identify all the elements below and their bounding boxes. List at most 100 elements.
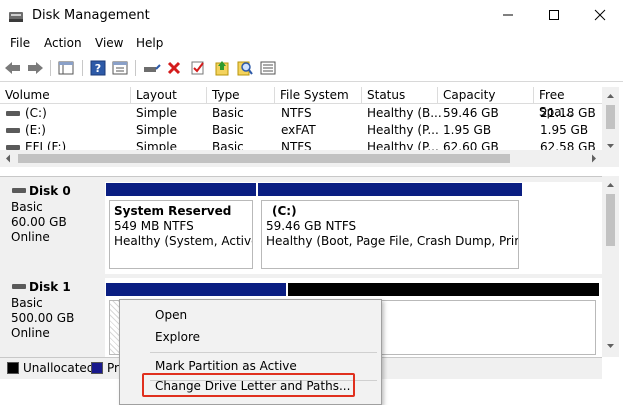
toolbar-separator <box>135 60 136 76</box>
table-row[interactable]: EFI (F:) Simple Basic NTFS Healthy (P...… <box>0 139 602 150</box>
column-type[interactable]: Type <box>207 87 275 104</box>
disk-1-name: Disk 1 <box>29 280 71 294</box>
partition-details: (C:) 59.46 GB NTFS Healthy (Boot, Page F… <box>261 200 519 269</box>
volume-list-header: Volume Layout Type File System Status Ca… <box>0 87 602 119</box>
cell-free-space: 21.18 GB <box>540 106 596 120</box>
properties-icon[interactable] <box>111 59 129 77</box>
drive-icon <box>6 128 20 133</box>
toolbar: ? <box>0 54 623 82</box>
partition-size: 549 MB NTFS <box>114 219 194 233</box>
primary-partition-bar <box>106 183 256 196</box>
check-icon[interactable] <box>189 59 207 77</box>
partition-status: Healthy (Boot, Page File, Crash Dump, Pr… <box>266 234 519 248</box>
maximize-icon <box>548 9 560 24</box>
close-button[interactable] <box>577 0 623 32</box>
cell-capacity: 62.60 GB <box>443 140 499 150</box>
window-title: Disk Management <box>32 8 150 23</box>
partition-c[interactable]: (C:) 59.46 GB NTFS Healthy (Boot, Page F… <box>258 183 522 272</box>
table-row[interactable]: (E:) Simple Basic exFAT Healthy (P... 1.… <box>0 122 602 139</box>
context-menu-open[interactable]: Open <box>155 308 187 322</box>
menu-file[interactable]: File <box>10 36 30 50</box>
cell-volume: (C:) <box>25 106 47 120</box>
partition-system-reserved[interactable]: System Reserved 549 MB NTFS Healthy (Sys… <box>106 183 256 272</box>
list-view-icon[interactable] <box>259 59 277 77</box>
search-icon[interactable] <box>236 59 254 77</box>
disk-0-status: Online <box>11 230 50 244</box>
cell-volume: (E:) <box>25 123 46 137</box>
volume-list-vertical-scrollbar[interactable] <box>602 87 619 167</box>
cell-file-system: NTFS <box>281 106 312 120</box>
disk-0-size: 60.00 GB <box>11 215 67 229</box>
cell-file-system: NTFS <box>281 140 312 150</box>
cell-type: Basic <box>212 140 244 150</box>
column-file-system[interactable]: File System <box>275 87 362 104</box>
cell-free-space: 62.58 GB <box>540 140 596 150</box>
context-menu-explore[interactable]: Explore <box>155 330 200 344</box>
primary-partition-bar <box>106 283 286 296</box>
context-menu-mark-partition-active[interactable]: Mark Partition as Active <box>155 359 297 373</box>
column-free-space[interactable]: Free Spa... <box>534 87 602 119</box>
cell-status: Healthy (P... <box>367 140 439 150</box>
forward-arrow-icon[interactable] <box>26 59 44 77</box>
legend-unallocated-label: Unallocated <box>23 361 95 375</box>
menu-view[interactable]: View <box>95 36 123 50</box>
cell-layout: Simple <box>136 123 177 137</box>
cell-layout: Simple <box>136 106 177 120</box>
cell-capacity: 59.46 GB <box>443 106 499 120</box>
disk-0-name: Disk 0 <box>29 184 71 198</box>
partition-status: Healthy (System, Active, P <box>114 234 252 248</box>
partition-name: (C:) <box>272 204 297 218</box>
minimize-icon <box>502 9 514 24</box>
menu-bar: File Action View Help <box>0 32 623 54</box>
cell-volume: EFI (F:) <box>25 140 67 150</box>
close-icon <box>594 9 606 24</box>
volume-list-horizontal-scrollbar[interactable] <box>0 150 602 167</box>
unallocated-partition-bar <box>288 283 599 296</box>
drive-icon <box>6 111 20 116</box>
legend-primary-swatch <box>91 362 103 374</box>
toolbar-separator <box>82 60 83 76</box>
disk-management-window: Disk Management File Action View Help ? <box>0 0 623 405</box>
disk-map-vertical-scrollbar[interactable] <box>602 176 619 357</box>
cell-type: Basic <box>212 123 244 137</box>
column-layout[interactable]: Layout <box>131 87 207 104</box>
partition-name: System Reserved <box>114 204 232 218</box>
column-volume[interactable]: Volume <box>0 87 131 104</box>
disk-0-type: Basic <box>11 200 43 214</box>
console-tree-icon[interactable] <box>57 59 75 77</box>
cell-status: Healthy (P... <box>367 123 439 137</box>
title-bar: Disk Management <box>0 0 623 32</box>
menu-action[interactable]: Action <box>44 36 82 50</box>
maximize-button[interactable] <box>531 0 577 32</box>
disk-1-label[interactable]: Disk 1 Basic 500.00 GB Online <box>4 278 104 358</box>
toolbar-separator <box>50 60 51 76</box>
disk-0-partitions: System Reserved 549 MB NTFS Healthy (Sys… <box>105 182 602 274</box>
help-icon[interactable]: ? <box>89 59 107 77</box>
cell-file-system: exFAT <box>281 123 316 137</box>
minimize-button[interactable] <box>485 0 531 32</box>
partition-size: 59.46 GB NTFS <box>266 219 357 233</box>
highlight-annotation <box>142 373 355 397</box>
cell-layout: Simple <box>136 140 177 150</box>
column-capacity[interactable]: Capacity <box>438 87 534 104</box>
menu-help[interactable]: Help <box>136 36 163 50</box>
cell-capacity: 1.95 GB <box>443 123 492 137</box>
partition-details: System Reserved 549 MB NTFS Healthy (Sys… <box>109 200 253 269</box>
import-icon[interactable] <box>213 59 231 77</box>
disk-icon <box>12 284 26 289</box>
svg-text:?: ? <box>95 62 101 75</box>
cell-type: Basic <box>212 106 244 120</box>
disk-0-label[interactable]: Disk 0 Basic 60.00 GB Online <box>4 182 104 274</box>
disk-1-status: Online <box>11 326 50 340</box>
table-row[interactable]: (C:) Simple Basic NTFS Healthy (B... 59.… <box>0 105 602 122</box>
column-status[interactable]: Status <box>362 87 438 104</box>
disk-icon <box>12 188 26 193</box>
disk-management-icon <box>8 9 24 23</box>
legend-unallocated-swatch <box>7 362 19 374</box>
back-arrow-icon[interactable] <box>4 59 22 77</box>
delete-icon[interactable] <box>165 59 183 77</box>
connect-disk-icon[interactable] <box>143 59 161 77</box>
disk-1-type: Basic <box>11 296 43 310</box>
cell-status: Healthy (B... <box>367 106 442 120</box>
context-menu-separator <box>150 352 377 353</box>
